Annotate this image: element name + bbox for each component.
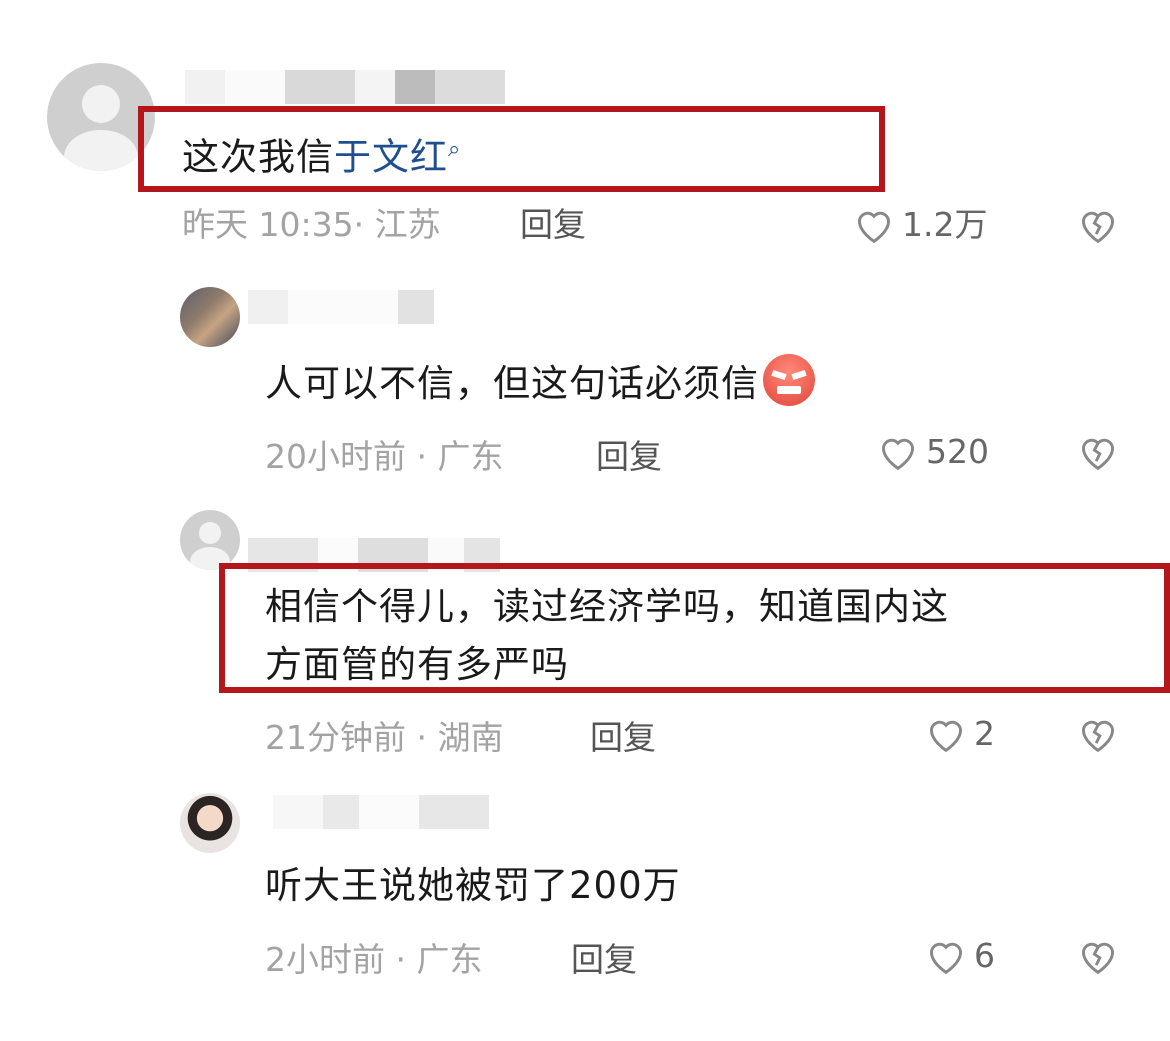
like-count: 520 — [926, 432, 989, 471]
comment-text: 人可以不信，但这句话必须信 — [265, 354, 815, 412]
avatar[interactable] — [180, 287, 240, 347]
comment-location: 广东 — [437, 437, 504, 476]
like-button[interactable]: 1.2万 — [852, 205, 987, 245]
comment-meta: 昨天 10:35· 江苏 — [182, 205, 441, 244]
comment-location: 广东 — [416, 940, 483, 979]
broken-heart-icon[interactable] — [1076, 714, 1120, 754]
comment-time: 21分钟前 — [265, 718, 406, 757]
username-blurred[interactable] — [248, 290, 438, 324]
like-count: 2 — [974, 714, 995, 753]
username-blurred[interactable] — [185, 70, 505, 104]
broken-heart-icon[interactable] — [1076, 205, 1120, 245]
like-count: 6 — [974, 936, 995, 975]
heart-icon — [929, 942, 963, 975]
avatar[interactable] — [180, 510, 240, 570]
like-count: 1.2万 — [902, 205, 988, 244]
comment-meta: 2小时前 · 广东 — [265, 940, 483, 979]
comment-thread: 这次我信于文红⌕ 昨天 10:35· 江苏 回复 1.2万 人可以不信，但这句话… — [0, 0, 1170, 1041]
heart-icon — [929, 720, 963, 753]
comment-location: 江苏 — [374, 205, 441, 244]
reply-button[interactable]: 回复 — [590, 718, 656, 758]
reply-button[interactable]: 回复 — [596, 437, 662, 477]
comment-text: 听大王说她被罚了200万 — [265, 864, 681, 907]
reply-button[interactable]: 回复 — [571, 940, 637, 980]
angry-face-emoji — [763, 354, 815, 406]
comment-meta: 21分钟前 · 湖南 — [265, 718, 504, 757]
highlight-box — [219, 563, 1170, 693]
comment-location: 湖南 — [437, 718, 504, 757]
highlight-box — [138, 106, 885, 192]
like-button[interactable]: 6 — [924, 936, 995, 976]
reply-button[interactable]: 回复 — [520, 205, 586, 245]
like-button[interactable]: 2 — [924, 714, 995, 754]
broken-heart-icon[interactable] — [1076, 432, 1120, 472]
username-blurred[interactable] — [273, 795, 503, 829]
comment-time: 20小时前 — [265, 437, 406, 476]
comment-time: 昨天 10:35 — [182, 205, 354, 244]
broken-heart-icon[interactable] — [1076, 936, 1120, 976]
comment-meta: 20小时前 · 广东 — [265, 437, 504, 476]
like-button[interactable]: 520 — [876, 432, 989, 472]
heart-icon — [881, 438, 915, 471]
comment-time: 2小时前 — [265, 940, 385, 979]
avatar[interactable] — [180, 793, 240, 853]
heart-icon — [857, 211, 891, 244]
